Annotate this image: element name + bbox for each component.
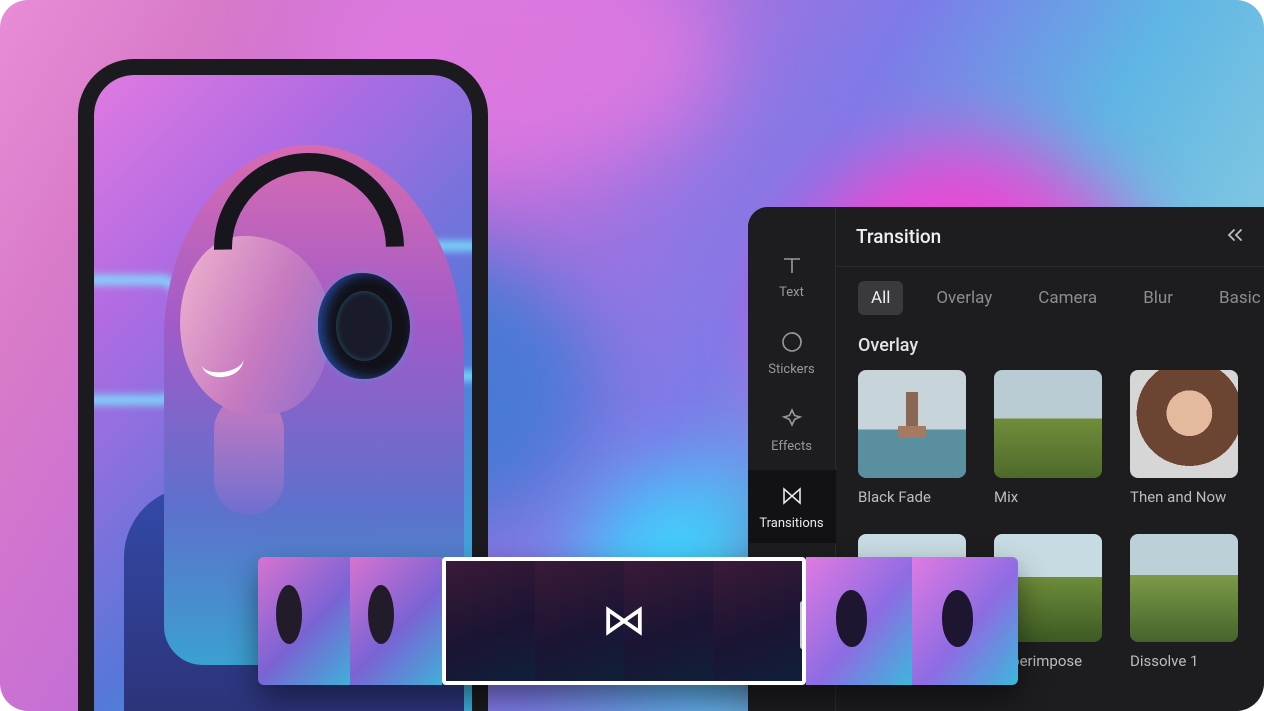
transition-badge[interactable] bbox=[602, 604, 646, 638]
effects-icon bbox=[780, 407, 804, 431]
tool-label: Transitions bbox=[759, 516, 823, 531]
tool-transitions[interactable]: Transitions bbox=[748, 470, 836, 543]
timeline[interactable] bbox=[258, 557, 1018, 685]
transition-item[interactable]: Then and Now bbox=[1130, 370, 1238, 506]
tool-label: Effects bbox=[771, 439, 812, 454]
headphone-cup bbox=[318, 273, 410, 379]
tab-overlay[interactable]: Overlay bbox=[923, 281, 1005, 315]
clip-selected[interactable] bbox=[442, 557, 806, 685]
tool-stickers[interactable]: Stickers bbox=[748, 316, 836, 389]
transition-item[interactable]: Mix bbox=[994, 370, 1102, 506]
transitions-icon bbox=[605, 606, 643, 636]
app-canvas: Text Stickers Effects Transitions Librar… bbox=[0, 0, 1264, 711]
thumb-image bbox=[1130, 370, 1238, 478]
transition-item[interactable]: Black Fade bbox=[858, 370, 966, 506]
tool-text[interactable]: Text bbox=[748, 239, 836, 312]
tool-label: Stickers bbox=[768, 362, 814, 377]
transition-item[interactable]: Dissolve 1 bbox=[1130, 534, 1238, 670]
trim-handle-right[interactable] bbox=[800, 601, 805, 649]
stickers-icon bbox=[780, 330, 804, 354]
thumb-image bbox=[994, 370, 1102, 478]
collapse-button[interactable] bbox=[1226, 227, 1244, 246]
thumb-label: Then and Now bbox=[1130, 488, 1238, 506]
tab-camera[interactable]: Camera bbox=[1025, 281, 1110, 315]
transitions-icon bbox=[780, 484, 804, 508]
tab-blur[interactable]: Blur bbox=[1130, 281, 1186, 315]
panel-title: Transition bbox=[856, 225, 941, 248]
chevron-double-left-icon bbox=[1226, 228, 1244, 242]
panel-tabs: All Overlay Camera Blur Basic bbox=[836, 267, 1264, 325]
section-title: Overlay bbox=[836, 325, 1264, 370]
clip[interactable] bbox=[806, 557, 1018, 685]
thumb-label: Dissolve 1 bbox=[1130, 652, 1238, 670]
tool-label: Text bbox=[779, 285, 804, 300]
thumb-label: Mix bbox=[994, 488, 1102, 506]
tool-effects[interactable]: Effects bbox=[748, 393, 836, 466]
thumb-image bbox=[858, 370, 966, 478]
clip[interactable] bbox=[258, 557, 442, 685]
thumb-image bbox=[1130, 534, 1238, 642]
thumb-label: Black Fade bbox=[858, 488, 966, 506]
panel-header: Transition bbox=[836, 207, 1264, 267]
text-icon bbox=[780, 253, 804, 277]
tab-all[interactable]: All bbox=[858, 281, 903, 315]
tab-basic[interactable]: Basic bbox=[1206, 281, 1264, 315]
